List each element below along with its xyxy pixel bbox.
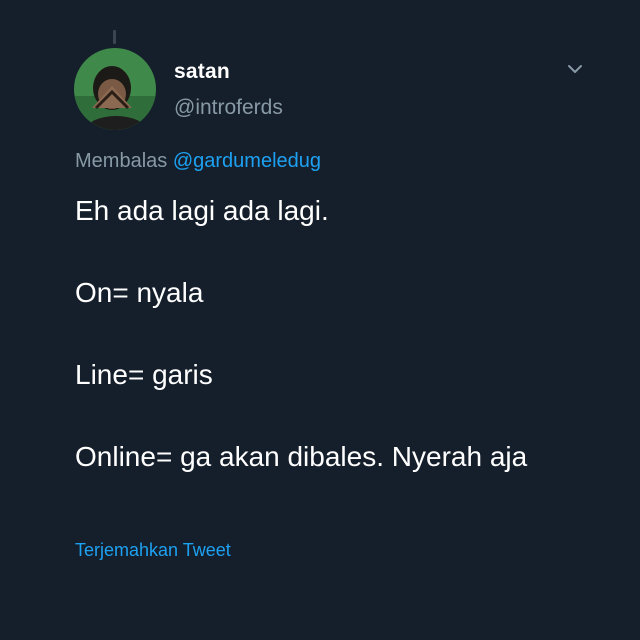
tweet-body: Eh ada lagi ada lagi. On= nyala Line= ga… bbox=[75, 190, 575, 477]
tweet-line: On= nyala bbox=[75, 277, 204, 308]
thread-connector-line bbox=[113, 30, 116, 44]
reply-context: Membalas @gardumeledug bbox=[75, 150, 321, 173]
chevron-down-icon[interactable] bbox=[566, 60, 584, 78]
user-handle[interactable]: @introferds bbox=[174, 96, 283, 120]
tweet-line: Eh ada lagi ada lagi. bbox=[75, 195, 329, 226]
translate-tweet-link[interactable]: Terjemahkan Tweet bbox=[75, 540, 231, 561]
avatar[interactable] bbox=[74, 48, 156, 130]
display-name[interactable]: satan bbox=[174, 60, 230, 84]
reply-prefix: Membalas bbox=[75, 150, 168, 172]
reply-mention-link[interactable]: @gardumeledug bbox=[173, 150, 321, 172]
tweet-line: Online= ga akan dibales. Nyerah aja bbox=[75, 441, 528, 472]
avatar-image bbox=[74, 48, 156, 130]
tweet-line: Line= garis bbox=[75, 359, 213, 390]
